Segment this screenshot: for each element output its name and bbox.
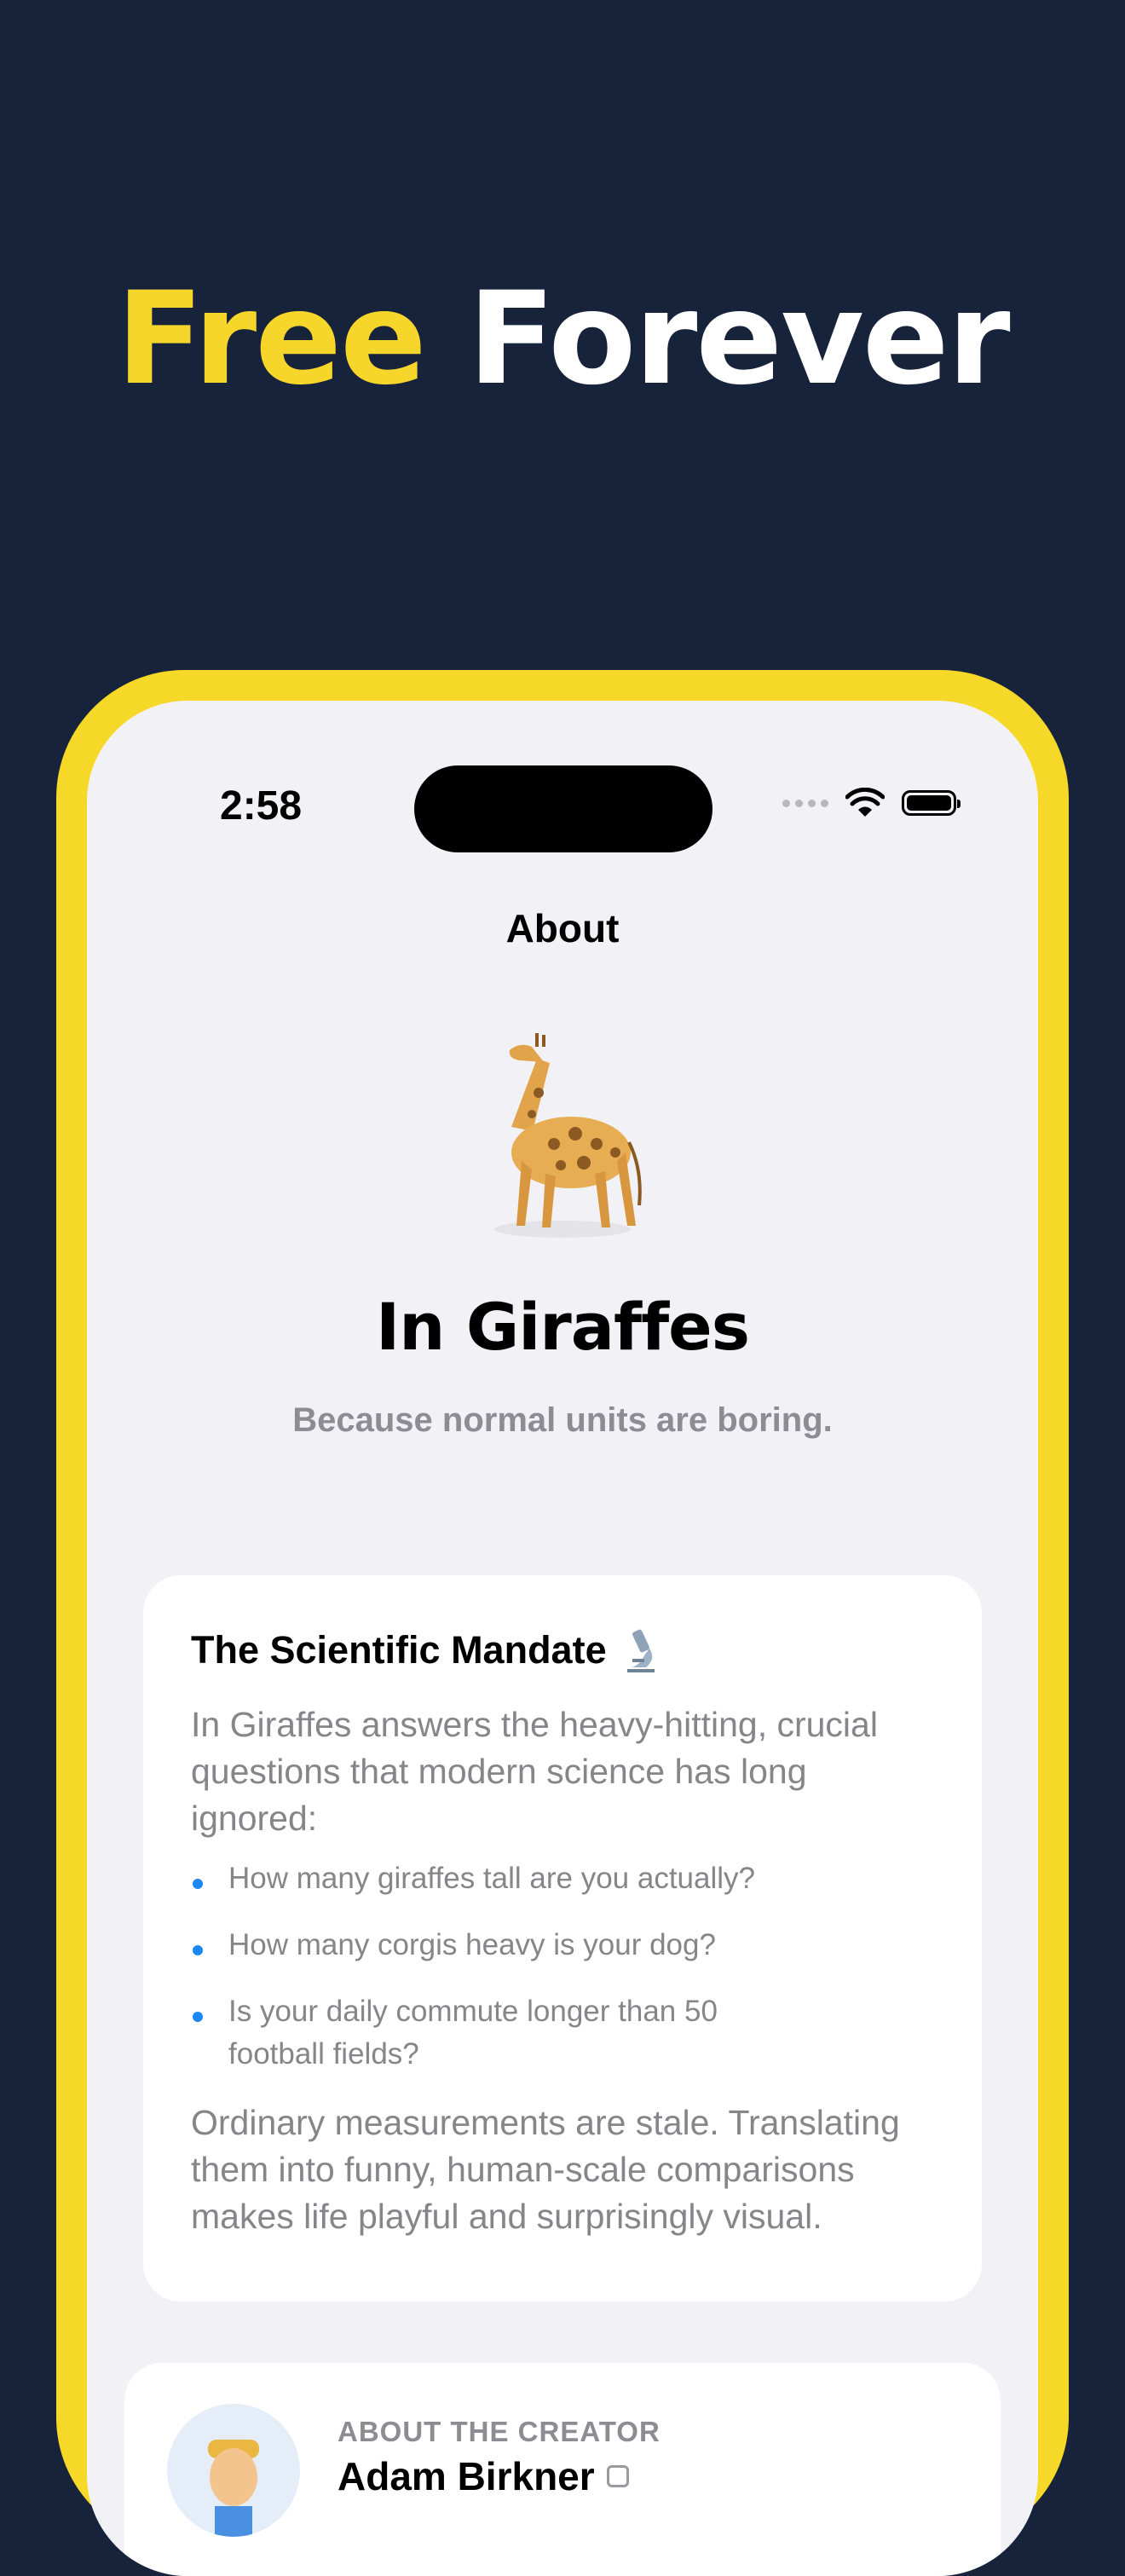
external-link-icon (606, 2465, 629, 2487)
creator-name: Adam Birkner (338, 2454, 595, 2498)
app-tagline: Because normal units are boring. (292, 1401, 833, 1439)
list-item: How many corgis heavy is your dog? (191, 1924, 934, 1967)
list-item-text: How many giraffes tall are you actually? (228, 1862, 755, 1895)
headline-word-free: Free (116, 265, 426, 413)
status-time: 2:58 (220, 783, 303, 829)
phone-frame: 2:58 About In Giraffes Because normal un… (56, 670, 1069, 2576)
creator-avatar (167, 2404, 300, 2537)
bullet-dot (193, 1945, 203, 1955)
headline-word-forever: Forever (467, 265, 1011, 413)
phone-screen: 2:58 About In Giraffes Because normal un… (87, 701, 1038, 2576)
creator-card[interactable]: ABOUT THE CREATOR Adam Birkner (124, 2363, 1001, 2576)
dynamic-island (414, 765, 712, 852)
battery-icon (902, 790, 961, 816)
question-list: How many giraffes tall are you actually?… (191, 1857, 934, 2076)
bullet-dot (193, 1879, 203, 1889)
bullet-dot (193, 2012, 203, 2022)
list-item-text: Is your daily commute longer than 50 foo… (228, 1995, 718, 2071)
card-intro: In Giraffes answers the heavy-hitting, c… (191, 1705, 878, 1838)
list-item-text: How many corgis heavy is your dog? (228, 1928, 716, 1961)
list-item: Is your daily commute longer than 50 foo… (191, 1990, 934, 2076)
creator-section-label: ABOUT THE CREATOR (338, 2416, 661, 2447)
card-title-text: The Scientific Mandate (191, 1628, 607, 1672)
status-indicators (782, 786, 961, 820)
microscope-icon (626, 1629, 655, 1672)
list-item: How many giraffes tall are you actually? (191, 1857, 934, 1900)
app-name: In Giraffes (376, 1289, 750, 1365)
nav-title: About (505, 906, 620, 950)
giraffe-icon (494, 1033, 642, 1238)
wifi-icon (845, 788, 885, 817)
card-title: The Scientific Mandate (191, 1623, 934, 1678)
headline: Free Forever (0, 271, 1125, 407)
creator-name-link[interactable]: Adam Birkner (338, 2453, 629, 2499)
cellular-signal-icon (782, 799, 828, 807)
scientific-mandate-card: The Scientific Mandate In Giraffes answe… (143, 1575, 982, 2302)
card-outro: Ordinary measurements are stale. Transla… (191, 2103, 900, 2236)
person-icon (208, 2440, 259, 2537)
